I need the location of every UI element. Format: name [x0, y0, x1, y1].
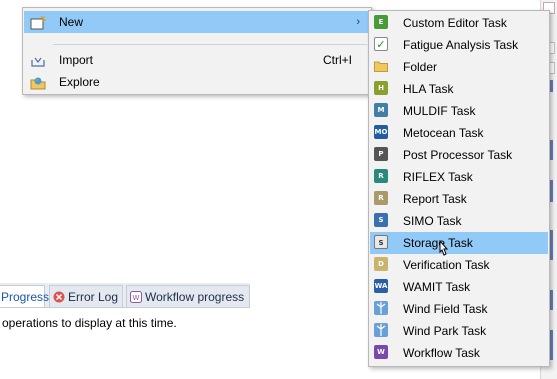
simo-task-icon: S	[374, 213, 388, 227]
submenu-item-muldif-task[interactable]: M MULDIF Task	[370, 100, 548, 122]
riflex-task-icon: R	[374, 169, 388, 183]
submenu-item-label: MULDIF Task	[403, 104, 476, 118]
tab-error-log[interactable]: Error Log	[49, 285, 123, 307]
new-submenu: E Custom Editor Task ✓ Fatigue Analysis …	[368, 10, 550, 367]
error-log-icon	[53, 288, 65, 303]
submenu-item-riflex-task[interactable]: R RIFLEX Task	[370, 166, 548, 188]
verification-task-icon: D	[374, 257, 388, 271]
wamit-task-icon: WA	[374, 279, 388, 293]
menu-item-label: New	[59, 15, 84, 29]
submenu-item-label: Custom Editor Task	[403, 16, 507, 30]
submenu-item-report-task[interactable]: R Report Task	[370, 188, 548, 210]
submenu-item-label: WAMIT Task	[403, 280, 471, 294]
menu-item-label: Import	[59, 53, 94, 67]
submenu-item-label: Fatigue Analysis Task	[403, 38, 519, 52]
submenu-item-label: Metocean Task	[403, 126, 484, 140]
svg-text:W: W	[133, 294, 140, 302]
menu-separator	[53, 44, 367, 45]
metocean-task-icon: MO	[374, 125, 388, 139]
submenu-item-storage-task[interactable]: S Storage Task	[370, 232, 548, 256]
submenu-item-metocean-task[interactable]: MO Metocean Task	[370, 122, 548, 144]
submenu-item-label: HLA Task	[403, 82, 454, 96]
storage-task-icon: S	[374, 235, 388, 249]
hla-task-icon: H	[374, 81, 388, 95]
submenu-item-label: Folder	[403, 60, 438, 74]
submenu-item-label: Report Task	[403, 192, 467, 206]
submenu-item-label: Post Processor Task	[403, 148, 513, 162]
submenu-item-wamit-task[interactable]: WA WAMIT Task	[370, 276, 548, 298]
new-item-icon	[30, 15, 47, 30]
submenu-item-label: SIMO Task	[403, 214, 462, 228]
submenu-item-custom-editor-task[interactable]: E Custom Editor Task	[370, 12, 548, 34]
submenu-item-wind-field-task[interactable]: Wind Field Task	[370, 298, 548, 320]
submenu-item-label: RIFLEX Task	[403, 170, 473, 184]
menu-item-label: Explore	[59, 75, 100, 89]
submenu-item-label: Wind Park Task	[403, 324, 487, 338]
no-operations-message: operations to display at this time.	[2, 316, 177, 330]
tab-workflow-progress[interactable]: W Workflow progress	[126, 285, 250, 307]
submenu-item-hla-task[interactable]: H HLA Task	[370, 78, 548, 100]
context-menu: New › Import Ctrl+I Explore	[22, 7, 372, 95]
submenu-item-fatigue-analysis-task[interactable]: ✓ Fatigue Analysis Task	[370, 34, 548, 56]
submenu-item-label: Workflow Task	[403, 346, 480, 360]
import-icon	[30, 53, 46, 67]
menu-item-import[interactable]: Import Ctrl+I	[24, 49, 370, 71]
tab-progress[interactable]: Progress	[0, 285, 49, 307]
submenu-item-wind-park-task[interactable]: Wind Park Task	[370, 320, 548, 342]
post-processor-task-icon: P	[374, 147, 388, 161]
muldif-task-icon: M	[374, 103, 388, 117]
submenu-item-folder[interactable]: Folder	[370, 56, 548, 78]
wind-park-task-icon	[374, 323, 388, 337]
submenu-item-post-processor-task[interactable]: P Post Processor Task	[370, 144, 548, 166]
explore-icon	[30, 75, 46, 90]
submenu-arrow-icon: ›	[356, 16, 360, 28]
menu-item-shortcut: Ctrl+I	[322, 53, 352, 67]
menu-item-new[interactable]: New ›	[24, 11, 370, 33]
custom-editor-task-icon: E	[374, 15, 388, 29]
workflow-progress-icon: W	[130, 288, 142, 303]
tab-label: Workflow progress	[145, 290, 245, 304]
fatigue-analysis-task-icon: ✓	[374, 37, 388, 51]
submenu-item-workflow-task[interactable]: W Workflow Task	[370, 342, 548, 364]
menu-item-explore[interactable]: Explore	[24, 71, 370, 93]
folder-icon	[374, 59, 388, 73]
submenu-item-label: Verification Task	[403, 258, 490, 272]
submenu-item-label: Wind Field Task	[403, 302, 488, 316]
wind-field-task-icon	[374, 301, 388, 315]
workflow-task-icon: W	[374, 345, 388, 359]
tab-label: Progress	[1, 290, 50, 304]
submenu-item-simo-task[interactable]: S SIMO Task	[370, 210, 548, 232]
report-task-icon: R	[374, 191, 388, 205]
tab-label: Error Log	[68, 290, 119, 304]
submenu-item-verification-task[interactable]: D Verification Task	[370, 254, 548, 276]
